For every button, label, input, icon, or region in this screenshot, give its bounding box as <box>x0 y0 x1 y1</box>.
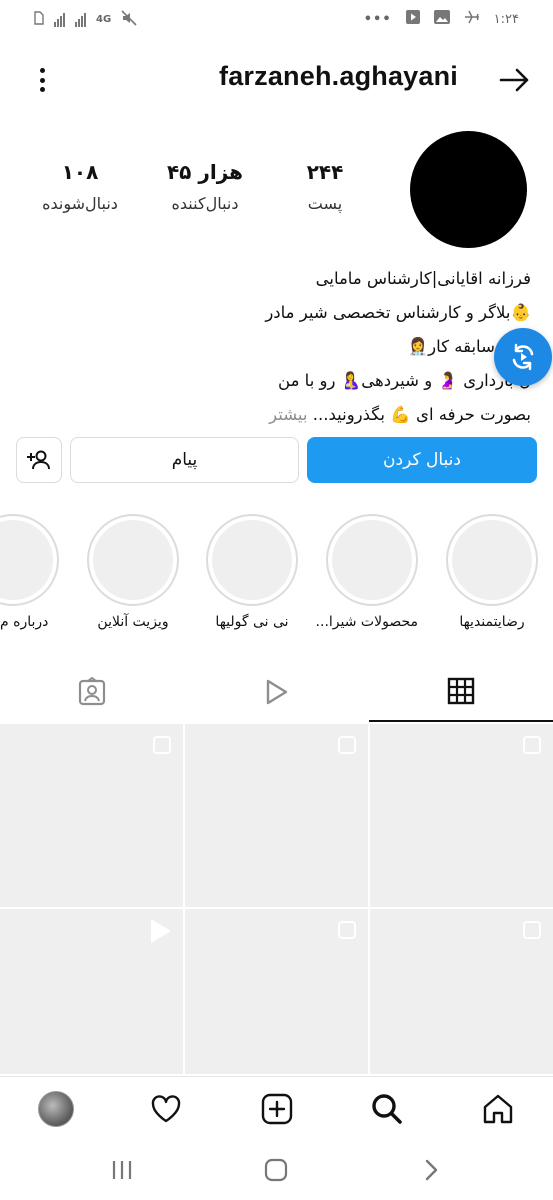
tab-reels[interactable] <box>184 662 368 722</box>
heart-icon <box>151 1095 181 1123</box>
highlight-item[interactable]: نی نی گولیها <box>206 514 298 630</box>
nav-search[interactable] <box>367 1089 407 1129</box>
highlight-label: محصولات شیرا... <box>315 614 418 630</box>
square-home-icon <box>264 1158 288 1182</box>
arrow-right-icon[interactable] <box>497 65 533 95</box>
profile-username: farzaneh.aghayani <box>219 61 458 91</box>
signal-icon <box>75 12 86 27</box>
followers-label: دنبال‌کننده <box>171 194 239 213</box>
highlight-cover <box>0 514 59 606</box>
nav-profile[interactable] <box>36 1089 76 1129</box>
vertical-dots-icon[interactable] <box>34 65 50 95</box>
grid-icon <box>447 677 475 705</box>
add-user-icon <box>27 450 50 470</box>
post-thumbnail[interactable] <box>370 909 553 1074</box>
followers-stat[interactable]: ۴۵ هزار دنبال‌کننده <box>155 160 255 213</box>
nav-activity[interactable] <box>146 1089 186 1129</box>
status-left: 4G <box>34 10 137 29</box>
bottom-nav <box>0 1076 553 1138</box>
posts-count: ۲۴۴ <box>306 160 344 184</box>
highlight-label: رضایتمندیها <box>459 614 525 630</box>
multi-post-icon <box>523 921 541 939</box>
more-dots-icon: ••• <box>363 11 392 27</box>
chevron-right-icon <box>425 1159 438 1181</box>
following-stat[interactable]: ۱۰۸ دنبال‌شونده <box>28 160 132 213</box>
profile-tabs <box>0 662 553 722</box>
followers-count: ۴۵ هزار <box>166 160 244 184</box>
highlight-cover <box>326 514 418 606</box>
back-system-button[interactable] <box>418 1156 446 1184</box>
highlight-cover <box>87 514 179 606</box>
following-count: ۱۰۸ <box>61 160 99 184</box>
posts-grid <box>0 724 553 1074</box>
nav-home[interactable] <box>478 1089 518 1129</box>
signal-icon <box>54 12 65 27</box>
bio-more-link[interactable]: بیشتر <box>269 405 307 424</box>
network-type: 4G <box>96 14 112 25</box>
highlight-item[interactable]: رضایتمندیها <box>446 514 538 630</box>
sim-icon <box>34 11 44 28</box>
follow-button[interactable]: دنبال کردن <box>307 437 537 483</box>
gallery-icon <box>433 10 450 28</box>
bio-line: سال سابقه کار👩‍⚕️ <box>407 337 531 356</box>
following-label: دنبال‌شونده <box>42 194 118 213</box>
posts-stat[interactable]: ۲۴۴ پست <box>280 160 370 213</box>
recents-icon <box>112 1161 132 1179</box>
post-thumbnail[interactable] <box>0 724 183 907</box>
multi-post-icon <box>338 921 356 939</box>
system-nav-bar <box>0 1140 553 1200</box>
profile-avatar[interactable] <box>410 131 527 248</box>
profile-bio: فرزانه اقایانی|کارشناس مامایی 👶بلاگر و ک… <box>31 262 531 432</box>
highlight-cover <box>446 514 538 606</box>
nav-create[interactable] <box>257 1089 297 1129</box>
bio-line-last: بصورت حرفه ای 💪 بگذرونید... بیشتر <box>31 398 531 432</box>
multi-post-icon <box>153 736 171 754</box>
highlight-label: درباره م <box>0 614 49 630</box>
posts-label: پست <box>307 194 343 213</box>
highlight-item[interactable]: ویزیت آنلاین <box>87 514 179 630</box>
reels-icon <box>266 679 288 705</box>
multi-post-icon <box>338 736 356 754</box>
status-bar: 4G ••• ۱:۲۴ <box>0 0 553 40</box>
post-thumbnail[interactable] <box>370 724 553 907</box>
highlight-cover <box>206 514 298 606</box>
status-right: ••• ۱:۲۴ <box>364 10 519 28</box>
bio-line: ن بارداری 🤰 و شیردهی🤱 رو با من <box>278 371 531 390</box>
highlight-item[interactable]: محصولات شیرا... <box>315 514 418 630</box>
bio-line: فرزانه اقایانی|کارشناس مامایی <box>315 269 531 288</box>
clock: ۱:۲۴ <box>493 11 519 27</box>
multi-post-icon <box>523 736 541 754</box>
highlight-label: نی نی گولیها <box>215 614 289 630</box>
highlight-item-clipped[interactable]: درباره م <box>0 514 60 644</box>
refresh-play-icon <box>512 343 534 371</box>
tagged-icon <box>78 677 106 706</box>
mute-icon <box>121 10 137 29</box>
bio-line: بصورت حرفه ای 💪 بگذرونید... <box>312 405 531 424</box>
highlight-label: ویزیت آنلاین <box>97 614 169 630</box>
airplane-icon <box>464 10 480 28</box>
profile-header: farzaneh.aghayani <box>0 55 553 105</box>
bio-line: 👶بلاگر و کارشناس تخصصی شیر مادر <box>265 303 531 322</box>
search-icon <box>372 1094 402 1124</box>
tab-tagged[interactable] <box>0 662 184 722</box>
suggest-user-button[interactable] <box>16 437 62 483</box>
translate-fab[interactable] <box>494 328 552 386</box>
play-icon <box>405 10 420 28</box>
profile-avatar-small <box>38 1091 74 1127</box>
message-button[interactable]: پیام <box>70 437 299 483</box>
post-thumbnail[interactable] <box>185 724 368 907</box>
home-icon <box>483 1094 513 1124</box>
tab-posts-grid[interactable] <box>369 662 553 722</box>
home-system-button[interactable] <box>262 1156 290 1184</box>
post-thumbnail[interactable] <box>185 909 368 1074</box>
reel-play-icon <box>151 919 171 943</box>
post-thumbnail[interactable] <box>0 909 183 1074</box>
recent-apps-button[interactable] <box>108 1156 136 1184</box>
create-icon <box>261 1093 293 1125</box>
